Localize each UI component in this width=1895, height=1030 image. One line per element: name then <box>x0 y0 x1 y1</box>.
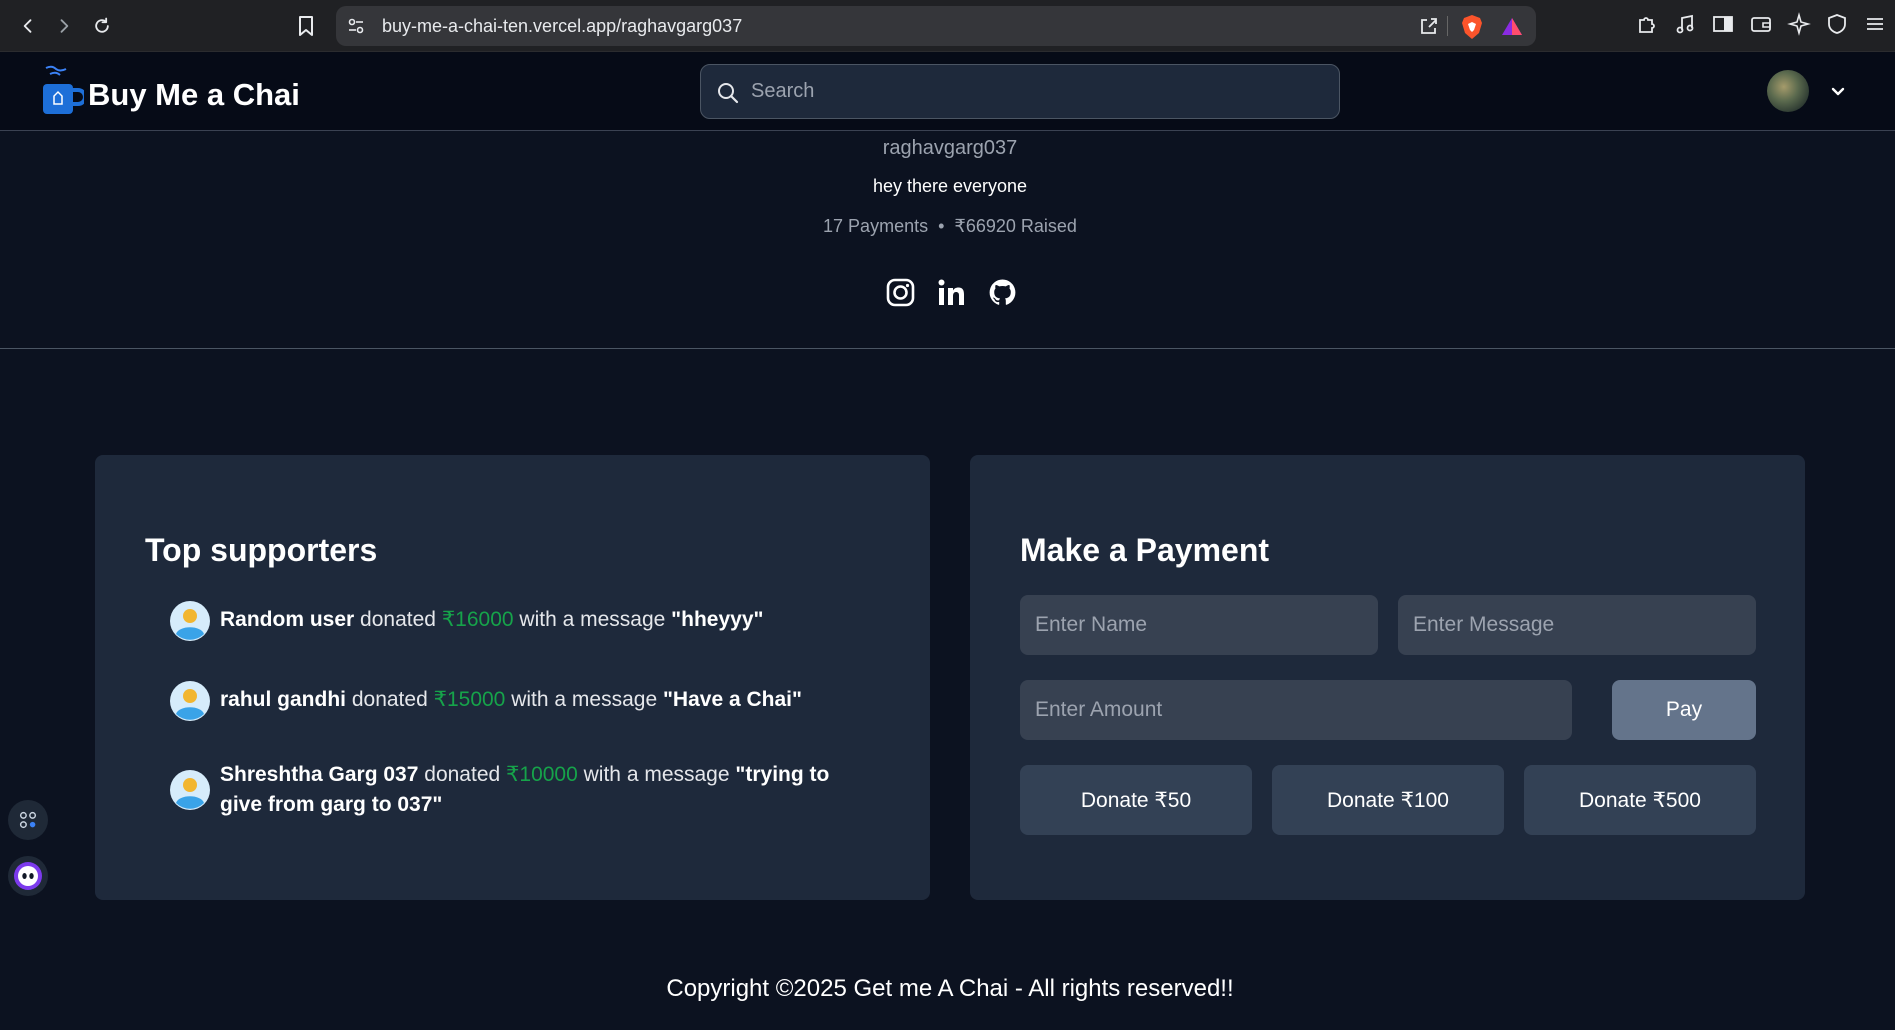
profile-username: raghavgarg037 <box>882 137 1018 159</box>
payment-card: Make a Payment Pay Donate ₹50 Donate ₹10… <box>970 455 1805 900</box>
donate-50-button[interactable]: Donate ₹50 <box>1020 765 1252 835</box>
github-icon[interactable] <box>988 278 1017 307</box>
logo[interactable]: Buy Me a Chai <box>40 64 300 118</box>
supporter-name: Shreshtha Garg 037 <box>220 763 419 786</box>
search-icon <box>717 82 739 104</box>
assistant-bot-icon[interactable] <box>8 856 48 896</box>
url-text: buy-me-a-chai-ten.vercel.app/raghavgarg0… <box>382 16 743 36</box>
footer-copyright: Copyright ©2025 Get me A Chai - All righ… <box>666 975 1234 1002</box>
music-icon[interactable] <box>1673 12 1697 36</box>
message-phrase: with a message <box>519 608 666 631</box>
donate-500-button[interactable]: Donate ₹500 <box>1524 765 1756 835</box>
message-field[interactable] <box>1398 595 1756 655</box>
bookmark-icon[interactable] <box>294 14 318 38</box>
brave-shields-icon[interactable] <box>1460 14 1484 40</box>
donated-word: donated <box>351 688 428 711</box>
list-item: Random user donated ₹16000 with a messag… <box>170 601 850 641</box>
user-avatar-icon <box>170 601 210 641</box>
sidebar-icon[interactable] <box>1711 12 1735 36</box>
amount-field[interactable] <box>1020 680 1572 740</box>
linkedin-icon[interactable] <box>937 278 966 307</box>
message-phrase: with a message <box>511 688 658 711</box>
donation-message: "Have a Chai" <box>662 688 802 711</box>
extension-icons <box>1635 12 1895 36</box>
payments-count: 17 Payments <box>823 216 929 236</box>
leo-ai-icon[interactable] <box>1787 12 1811 36</box>
back-icon[interactable] <box>14 12 42 40</box>
reload-icon[interactable] <box>88 12 116 40</box>
site-header: Buy Me a Chai <box>0 52 1895 131</box>
profile-stats: 17 Payments • ₹66920 Raised <box>0 216 1895 237</box>
donate-100-button[interactable]: Donate ₹100 <box>1272 765 1504 835</box>
search-input[interactable] <box>751 65 1321 118</box>
logo-text: Buy Me a Chai <box>88 77 300 112</box>
top-supporters-card: Top supporters Random user donated ₹1600… <box>95 455 930 900</box>
instagram-icon[interactable] <box>886 278 915 307</box>
supporter-name: rahul gandhi <box>220 688 346 711</box>
forward-icon[interactable] <box>50 12 78 40</box>
list-item: rahul gandhi donated ₹15000 with a messa… <box>170 681 850 721</box>
divider <box>1447 16 1448 36</box>
donation-amount: ₹10000 <box>506 763 578 786</box>
chevron-down-icon[interactable] <box>1828 82 1848 102</box>
raised-amount: ₹66920 Raised <box>954 216 1077 236</box>
donated-word: donated <box>424 763 501 786</box>
user-avatar-icon <box>170 770 210 810</box>
donation-amount: ₹16000 <box>441 608 514 631</box>
donated-word: donated <box>360 608 436 631</box>
menu-icon[interactable] <box>1863 12 1887 36</box>
user-avatar-icon <box>170 681 210 721</box>
profile-description: hey there everyone <box>872 176 1028 196</box>
site-settings-icon[interactable] <box>346 16 366 36</box>
payment-title: Make a Payment <box>1020 532 1270 568</box>
donation-message: "hheyyy" <box>671 608 764 631</box>
name-field[interactable] <box>1020 595 1378 655</box>
avatar[interactable] <box>1767 70 1809 112</box>
vpn-icon[interactable] <box>1825 12 1849 36</box>
rewards-icon[interactable] <box>1500 15 1524 39</box>
donation-amount: ₹15000 <box>433 688 506 711</box>
share-icon[interactable] <box>1418 15 1440 37</box>
pay-button[interactable]: Pay <box>1612 680 1756 740</box>
search-box[interactable] <box>700 64 1340 119</box>
divider <box>0 348 1895 349</box>
supporters-title: Top supporters <box>145 532 378 568</box>
supporter-name: Random user <box>220 608 355 631</box>
browser-toolbar: buy-me-a-chai-ten.vercel.app/raghavgarg0… <box>0 0 1895 52</box>
list-item: Shreshtha Garg 037 donated ₹10000 with a… <box>170 760 850 820</box>
apps-widget-icon[interactable] <box>8 800 48 840</box>
stats-separator: • <box>938 216 945 236</box>
social-links <box>886 278 1017 307</box>
message-phrase: with a message <box>583 763 730 786</box>
address-bar[interactable]: buy-me-a-chai-ten.vercel.app/raghavgarg0… <box>336 6 1536 46</box>
extensions-icon[interactable] <box>1635 12 1659 36</box>
wallet-icon[interactable] <box>1749 12 1773 36</box>
chai-cup-icon <box>40 64 87 118</box>
